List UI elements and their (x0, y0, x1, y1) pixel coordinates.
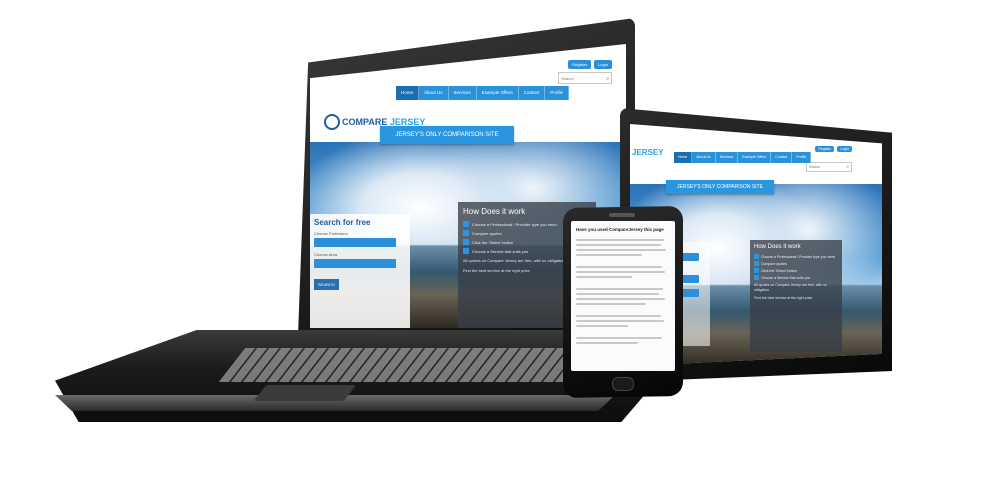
text-line (576, 244, 661, 246)
search-icon: ⚲ (606, 75, 609, 81)
step-icon (463, 230, 469, 236)
phone-screen: Have you used CompareJersey this page (571, 221, 675, 371)
main-nav: Home About Us Services Example Offers Co… (396, 86, 570, 100)
text-line (576, 239, 665, 241)
login-button[interactable]: Login (594, 60, 612, 69)
search-panel: Search for free Choose Profession Choose… (310, 214, 410, 328)
step-text: Click the 'Select' button (472, 239, 514, 245)
search-placeholder: Search (561, 75, 574, 81)
text-line (576, 254, 642, 256)
nav-offers[interactable]: Example Offers (477, 86, 519, 100)
phone-text-block (571, 239, 675, 344)
banner: JERSEY'S ONLY COMPARISON SITE (380, 126, 514, 144)
text-line (576, 276, 633, 278)
step-icon (754, 254, 759, 259)
step-text: Click the 'Select' button (761, 268, 798, 273)
step-text: Compare quotes (472, 230, 502, 236)
text-line (576, 342, 639, 344)
register-button[interactable]: Register (815, 146, 835, 152)
nav-services[interactable]: Services (449, 86, 477, 100)
text-line (576, 266, 663, 268)
nav-home[interactable]: Home (674, 152, 693, 163)
step-icon (754, 268, 759, 273)
phone-heading: Have you used CompareJersey this page (576, 227, 664, 232)
phone-speaker (609, 213, 635, 217)
search-icon: ⚲ (846, 165, 849, 169)
search-button[interactable]: SEARCH (314, 279, 339, 290)
phone-home-button[interactable] (612, 377, 634, 391)
laptop-touchpad (253, 385, 357, 401)
profession-label: Choose Profession (314, 231, 348, 236)
nav-profile[interactable]: Profile (792, 152, 812, 163)
site-logo[interactable]: JERSEY (632, 148, 664, 157)
text-line (576, 320, 665, 322)
text-line (576, 271, 666, 273)
search-input[interactable]: Search ⚲ (806, 162, 852, 172)
main-nav: Home About Us Services Example Offers Co… (674, 152, 812, 163)
nav-about[interactable]: About Us (692, 152, 716, 163)
step-text: Compare quotes (761, 261, 787, 266)
search-placeholder: Search (809, 165, 821, 169)
text-line (576, 249, 667, 251)
step-icon (463, 248, 469, 254)
how-text-1: All quotes on Compare Jersey are free, w… (754, 283, 827, 292)
text-line (576, 298, 666, 300)
step-item: Choose a Service that suits you (754, 275, 838, 280)
profession-select[interactable] (314, 238, 396, 247)
step-item: Choose a Professional / Provider type yo… (754, 254, 838, 259)
area-label: Choose Area (314, 252, 338, 257)
text-line (576, 293, 659, 295)
step-icon (463, 239, 469, 245)
step-icon (463, 221, 469, 227)
how-it-works-panel: How Does it work Choose a Professional /… (750, 240, 842, 352)
top-buttons: Register Login (815, 146, 852, 152)
nav-home[interactable]: Home (396, 86, 420, 100)
text-line (576, 337, 663, 339)
search-input[interactable]: Search ⚲ (558, 72, 612, 84)
step-text: Choose a Service that suits you (761, 275, 811, 280)
magnifier-icon (324, 114, 340, 130)
step-icon (754, 275, 759, 280)
area-select[interactable] (314, 259, 396, 268)
text-line (576, 325, 628, 327)
how-text-2: Find the best service at the right price (754, 296, 813, 300)
top-buttons: Register Login (568, 60, 612, 69)
how-title: How Does it work (754, 244, 801, 250)
text-line (576, 288, 664, 290)
banner: JERSEY'S ONLY COMPARISON SITE (666, 180, 774, 194)
nav-about[interactable]: About Us (419, 86, 449, 100)
step-text: Choose a Professional / Provider type yo… (472, 221, 557, 227)
register-button[interactable]: Register (568, 60, 592, 69)
step-item: Click the 'Select' button (754, 268, 838, 273)
logo-jersey: JERSEY (632, 148, 664, 157)
step-item: Compare quotes (754, 261, 838, 266)
step-text: Choose a Service that suits you (472, 248, 529, 254)
text-line (576, 315, 661, 317)
step-icon (754, 261, 759, 266)
nav-profile[interactable]: Profile (545, 86, 570, 100)
login-button[interactable]: Login (837, 146, 852, 152)
nav-contact[interactable]: Contact (519, 86, 546, 100)
nav-services[interactable]: Services (716, 152, 739, 163)
nav-contact[interactable]: Contact (771, 152, 793, 163)
nav-offers[interactable]: Example Offers (738, 152, 772, 163)
laptop-keyboard (218, 348, 606, 382)
text-line (576, 303, 646, 305)
search-panel-title: Search for free (314, 218, 371, 227)
responsive-devices-scene: Register Login Search ⚲ COMPARE JERSEY H… (0, 0, 996, 502)
step-text: Choose a Professional / Provider type yo… (761, 254, 836, 259)
